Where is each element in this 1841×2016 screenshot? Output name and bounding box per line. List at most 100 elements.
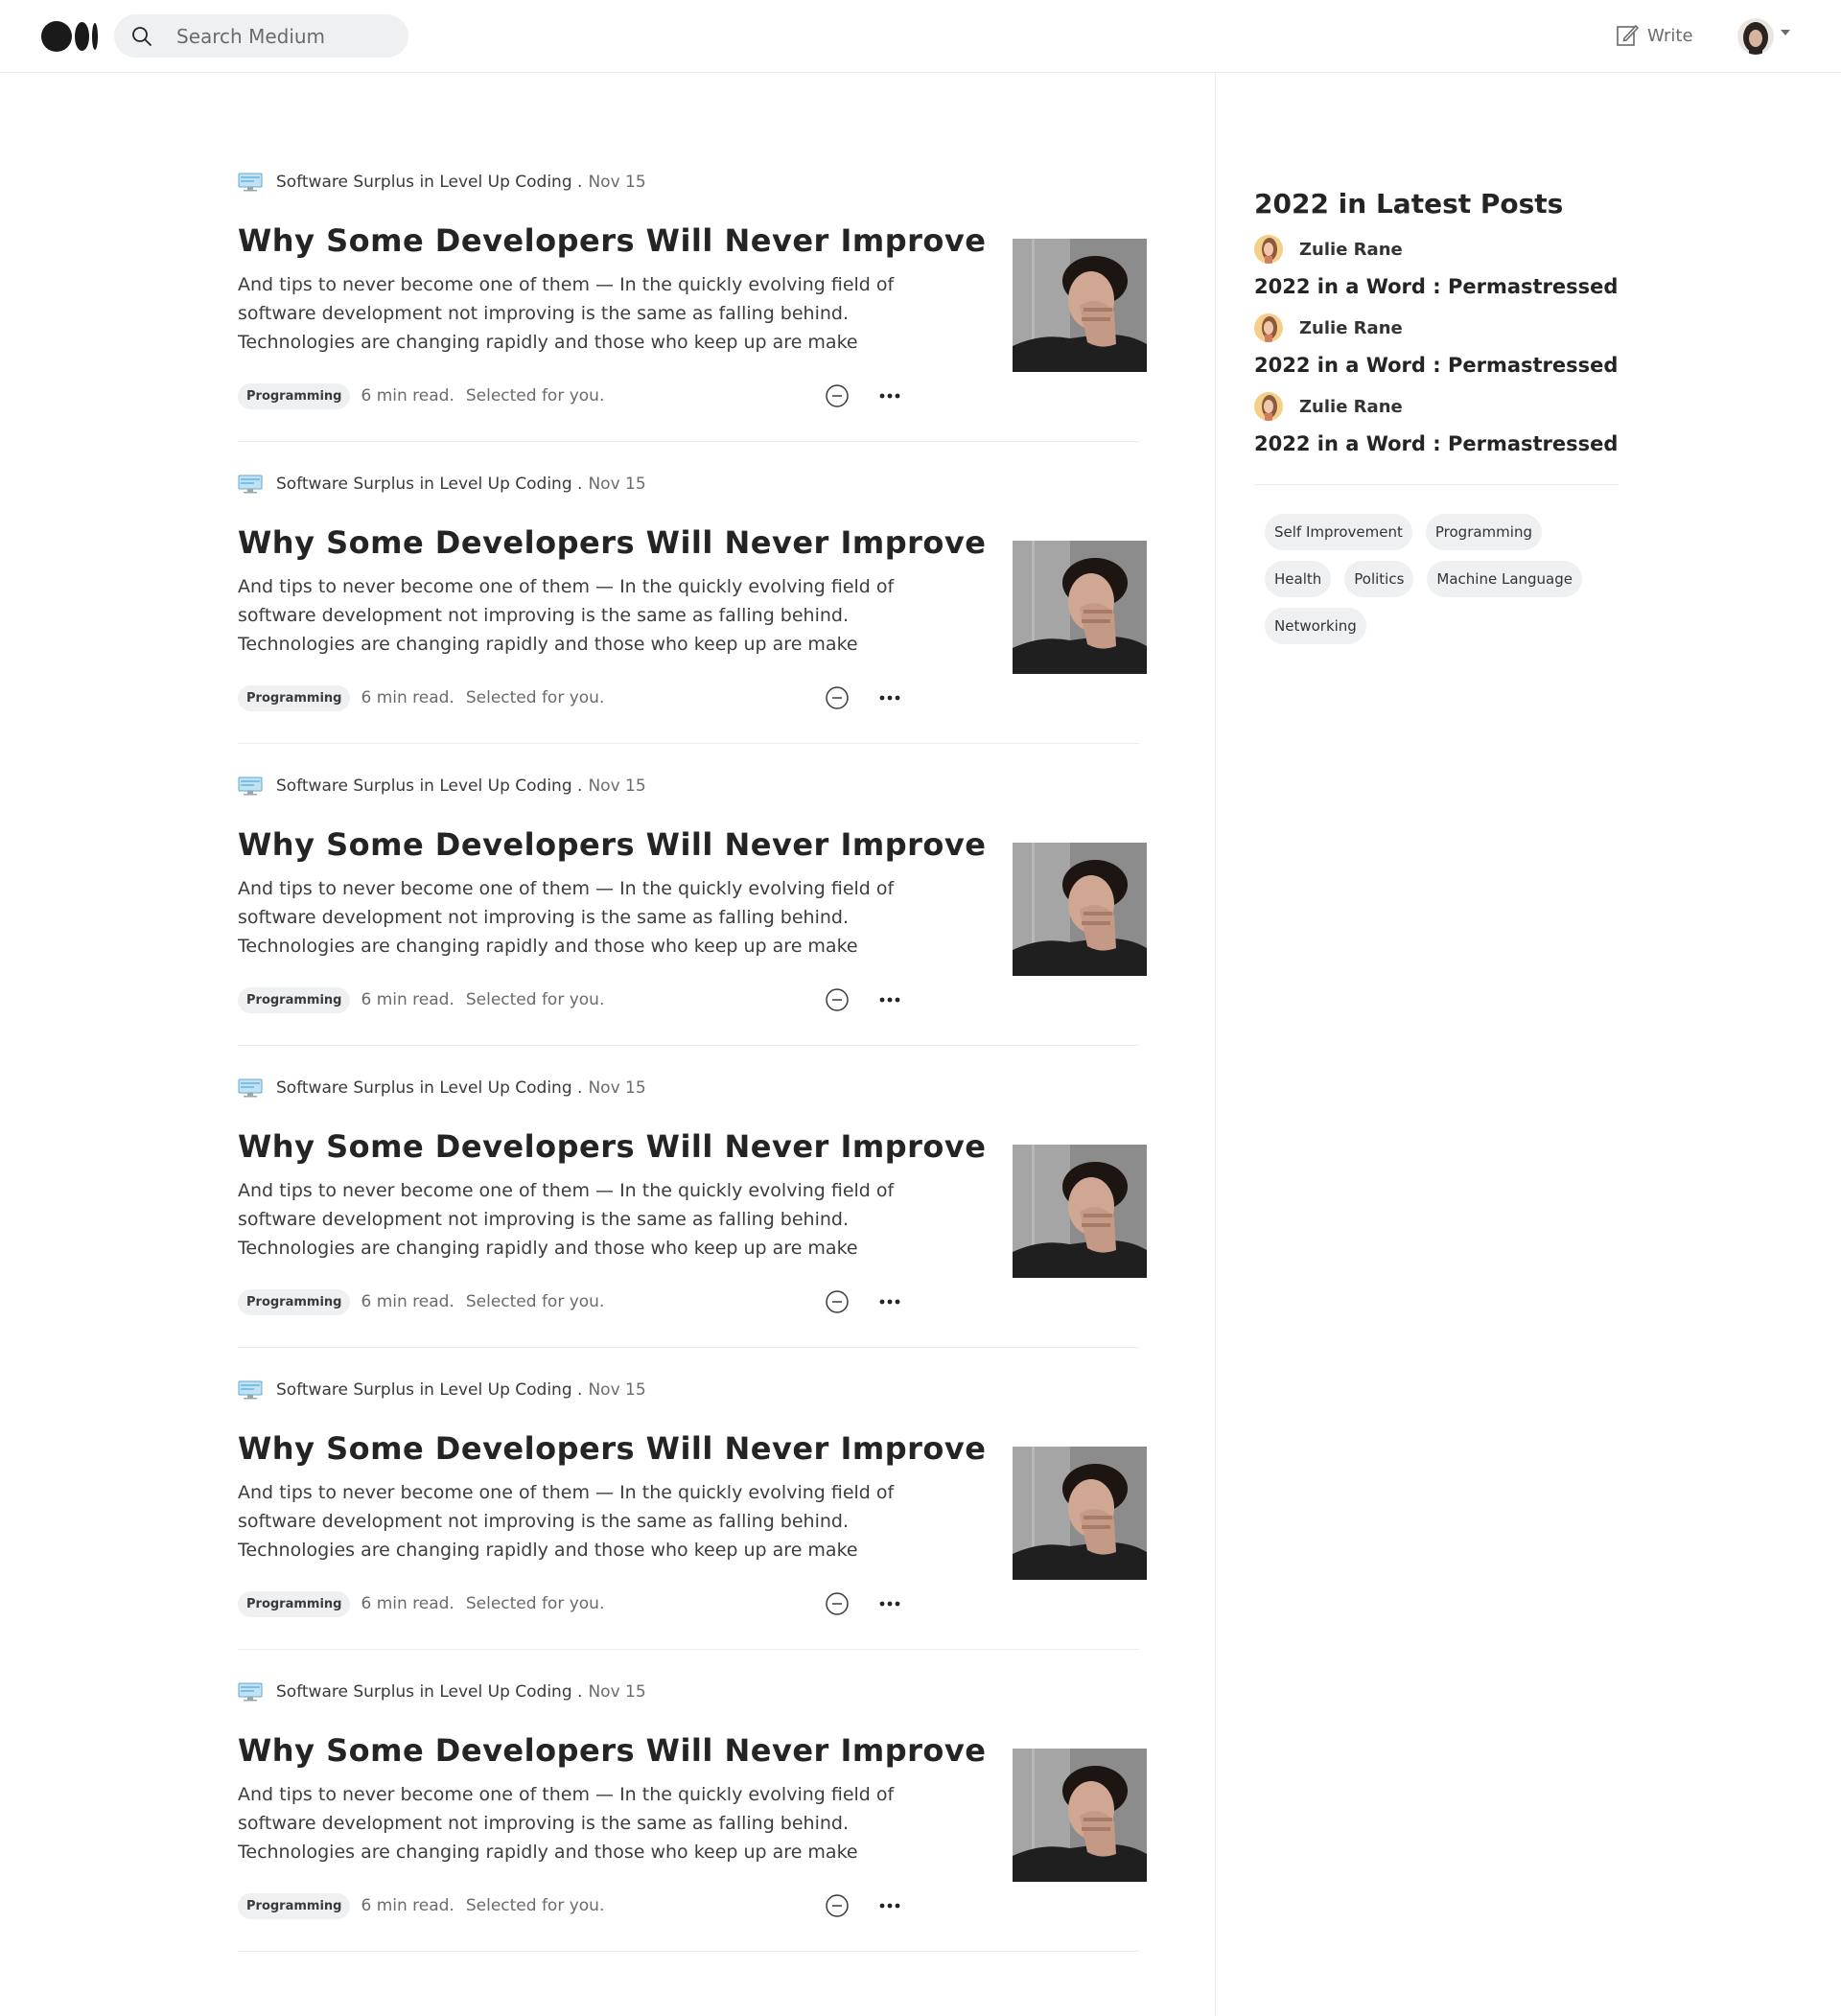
- topic-tag[interactable]: Programming: [238, 986, 351, 1013]
- post-author[interactable]: Zulie Rane: [1254, 313, 1619, 342]
- author-name[interactable]: Software Surplus: [276, 1078, 414, 1098]
- article-card[interactable]: Software Surplus in Level Up Coding . No…: [238, 1361, 1147, 1663]
- read-time: 6 min read.: [361, 990, 454, 1009]
- latest-post-item[interactable]: Zulie Rane 2022 in a Word : Permastresse…: [1254, 235, 1619, 298]
- topic-tag[interactable]: Programming: [238, 1590, 351, 1617]
- publication-name[interactable]: Level Up Coding: [439, 475, 571, 494]
- publication-name[interactable]: Level Up Coding: [439, 173, 571, 192]
- topic-tag[interactable]: Programming: [238, 1892, 351, 1919]
- article-title[interactable]: Why Some Developers Will Never Improve: [238, 222, 986, 259]
- meta-separator: .: [577, 1682, 583, 1702]
- search-icon: [132, 26, 151, 46]
- publication-name[interactable]: Level Up Coding: [439, 776, 571, 796]
- article-card[interactable]: Software Surplus in Level Up Coding . No…: [238, 1663, 1147, 1965]
- thumbnail-image: [1013, 1145, 1147, 1278]
- topic-pill[interactable]: Machine Language: [1427, 561, 1582, 597]
- minus-circle-icon[interactable]: [825, 987, 850, 1012]
- article-title[interactable]: Why Some Developers Will Never Improve: [238, 826, 986, 863]
- write-icon: [1617, 24, 1640, 46]
- more-dots-icon[interactable]: [878, 990, 901, 1009]
- post-title[interactable]: 2022 in a Word : Permastressed: [1254, 432, 1619, 455]
- article-meta: Software Surplus in Level Up Coding . No…: [238, 1380, 646, 1400]
- search-input[interactable]: Search Medium: [176, 25, 325, 48]
- publication-name[interactable]: Level Up Coding: [439, 1078, 571, 1098]
- author-name[interactable]: Software Surplus: [276, 475, 414, 494]
- more-dots-icon[interactable]: [878, 1292, 901, 1311]
- author-name[interactable]: Software Surplus: [276, 1380, 414, 1400]
- monitor-icon: [238, 173, 263, 192]
- article-thumbnail[interactable]: [1013, 1749, 1147, 1882]
- read-time: 6 min read.: [361, 386, 454, 406]
- monitor-icon: [238, 475, 263, 494]
- topic-tag[interactable]: Programming: [238, 684, 351, 711]
- publish-date: Nov 15: [588, 1078, 646, 1098]
- post-author-name[interactable]: Zulie Rane: [1299, 318, 1403, 338]
- article-excerpt[interactable]: And tips to never become one of them — I…: [238, 1478, 909, 1564]
- article-excerpt[interactable]: And tips to never become one of them — I…: [238, 1780, 909, 1866]
- topic-tag[interactable]: Programming: [238, 1288, 351, 1315]
- article-title[interactable]: Why Some Developers Will Never Improve: [238, 1430, 986, 1467]
- article-card[interactable]: Software Surplus in Level Up Coding . No…: [238, 1059, 1147, 1361]
- topic-pill[interactable]: Politics: [1344, 561, 1414, 597]
- publish-date: Nov 15: [588, 1380, 646, 1400]
- article-excerpt[interactable]: And tips to never become one of them — I…: [238, 572, 909, 659]
- more-dots-icon[interactable]: [878, 386, 901, 406]
- article-excerpt[interactable]: And tips to never become one of them — I…: [238, 1176, 909, 1263]
- more-dots-icon[interactable]: [878, 1594, 901, 1613]
- latest-post-item[interactable]: Zulie Rane 2022 in a Word : Permastresse…: [1254, 392, 1619, 455]
- author-name[interactable]: Software Surplus: [276, 776, 414, 796]
- article-footer: Programming 6 min read. Selected for you…: [238, 382, 909, 410]
- selected-label: Selected for you.: [465, 688, 605, 707]
- article-thumbnail[interactable]: [1013, 1447, 1147, 1580]
- publication-name[interactable]: Level Up Coding: [439, 1682, 571, 1702]
- article-thumbnail[interactable]: [1013, 239, 1147, 372]
- article-title[interactable]: Why Some Developers Will Never Improve: [238, 1732, 986, 1769]
- topic-pill[interactable]: Health: [1265, 561, 1332, 597]
- publication-name[interactable]: Level Up Coding: [439, 1380, 571, 1400]
- topic-pill[interactable]: Self Improvement: [1265, 514, 1412, 550]
- card-divider: [238, 1951, 1139, 1952]
- author-name[interactable]: Software Surplus: [276, 173, 414, 192]
- author-avatar: [1254, 235, 1283, 264]
- user-avatar[interactable]: [1737, 18, 1774, 55]
- author-avatar: [1254, 313, 1283, 342]
- minus-circle-icon[interactable]: [825, 685, 850, 710]
- more-dots-icon[interactable]: [878, 688, 901, 707]
- meta-separator: .: [577, 776, 583, 796]
- card-divider: [238, 1649, 1139, 1650]
- minus-circle-icon[interactable]: [825, 1893, 850, 1918]
- article-title[interactable]: Why Some Developers Will Never Improve: [238, 524, 986, 561]
- post-author-name[interactable]: Zulie Rane: [1299, 240, 1403, 260]
- post-author-name[interactable]: Zulie Rane: [1299, 397, 1403, 417]
- article-footer: Programming 6 min read. Selected for you…: [238, 684, 909, 712]
- meta-separator: .: [577, 475, 583, 494]
- post-author[interactable]: Zulie Rane: [1254, 235, 1619, 264]
- article-card[interactable]: Software Surplus in Level Up Coding . No…: [238, 455, 1147, 757]
- article-meta: Software Surplus in Level Up Coding . No…: [238, 776, 646, 796]
- article-thumbnail[interactable]: [1013, 541, 1147, 674]
- write-button[interactable]: Write: [1615, 23, 1693, 48]
- article-footer: Programming 6 min read. Selected for you…: [238, 1287, 909, 1316]
- minus-circle-icon[interactable]: [825, 383, 850, 408]
- search-bar[interactable]: Search Medium: [114, 14, 408, 58]
- post-title[interactable]: 2022 in a Word : Permastressed: [1254, 354, 1619, 377]
- more-dots-icon[interactable]: [878, 1896, 901, 1915]
- minus-circle-icon[interactable]: [825, 1289, 850, 1314]
- chevron-down-icon[interactable]: [1781, 30, 1790, 35]
- author-name[interactable]: Software Surplus: [276, 1682, 414, 1702]
- article-excerpt[interactable]: And tips to never become one of them — I…: [238, 270, 909, 357]
- topic-pill[interactable]: Networking: [1265, 608, 1366, 644]
- topic-tag[interactable]: Programming: [238, 382, 351, 409]
- article-title[interactable]: Why Some Developers Will Never Improve: [238, 1128, 986, 1165]
- minus-circle-icon[interactable]: [825, 1591, 850, 1616]
- article-thumbnail[interactable]: [1013, 843, 1147, 976]
- article-excerpt[interactable]: And tips to never become one of them — I…: [238, 874, 909, 961]
- latest-post-item[interactable]: Zulie Rane 2022 in a Word : Permastresse…: [1254, 313, 1619, 377]
- article-card[interactable]: Software Surplus in Level Up Coding . No…: [238, 757, 1147, 1059]
- post-author[interactable]: Zulie Rane: [1254, 392, 1619, 421]
- topic-pill[interactable]: Programming: [1425, 514, 1542, 550]
- post-title[interactable]: 2022 in a Word : Permastressed: [1254, 275, 1619, 298]
- article-thumbnail[interactable]: [1013, 1145, 1147, 1278]
- article-card[interactable]: Software Surplus in Level Up Coding . No…: [238, 153, 1147, 455]
- medium-logo[interactable]: [41, 21, 98, 52]
